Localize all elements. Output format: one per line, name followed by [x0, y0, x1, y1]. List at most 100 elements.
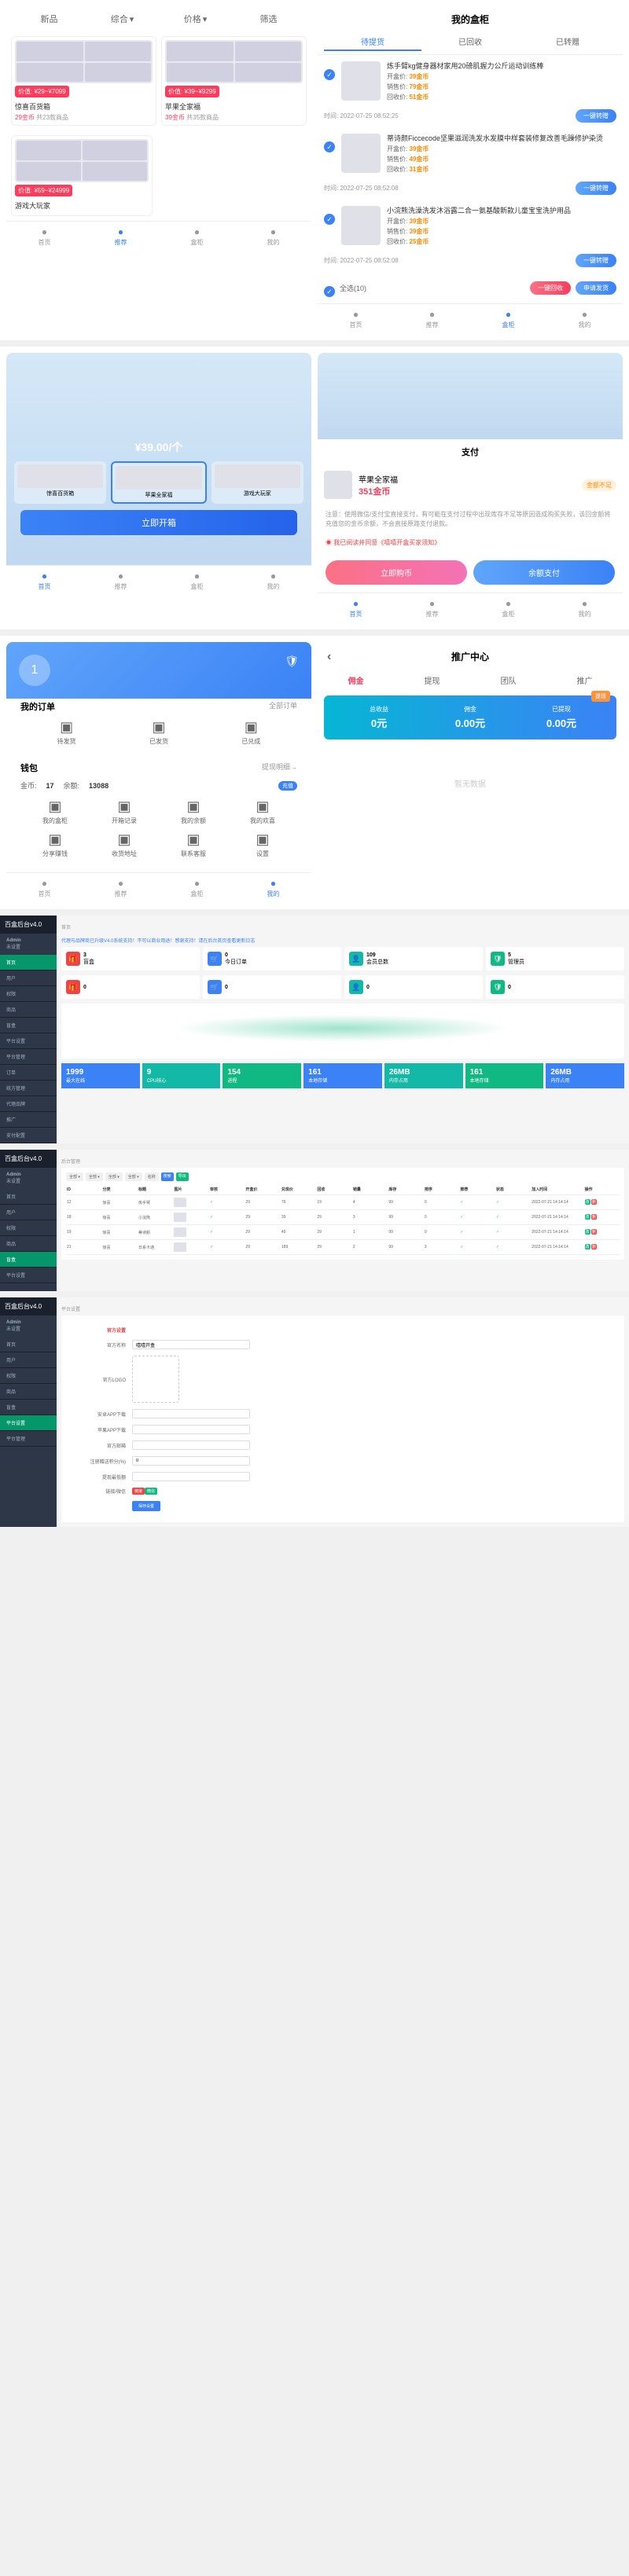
- side-item[interactable]: 商品: [0, 1384, 57, 1400]
- nav-recommend[interactable]: 推荐: [394, 309, 470, 329]
- promo-option[interactable]: 游戏大玩家: [212, 461, 303, 504]
- nav-box[interactable]: 盒柜: [470, 309, 546, 329]
- export-button[interactable]: 导出: [176, 1172, 189, 1181]
- promo-option[interactable]: 苹果全家福: [111, 461, 206, 504]
- side-item[interactable]: 推广: [0, 1112, 57, 1128]
- side-item[interactable]: 订单: [0, 1065, 57, 1081]
- product-card[interactable]: 价值: ¥29~¥7099 惊喜百货箱 29金币 共23款商品: [11, 36, 156, 126]
- side-item[interactable]: 平台设置: [0, 1415, 57, 1431]
- tab-new[interactable]: 新品: [13, 13, 86, 25]
- side-item[interactable]: 商品: [0, 1002, 57, 1018]
- select-all-check[interactable]: ✓: [324, 286, 335, 297]
- menu-like[interactable]: 我的欢喜: [228, 798, 297, 825]
- product-card[interactable]: 价值: ¥39~¥9299 苹果全家福 39金币 共35款商品: [161, 36, 307, 126]
- radio-option[interactable]: 微信: [145, 1488, 157, 1495]
- product-card[interactable]: 价值: ¥59~¥24999 游戏大玩家: [11, 135, 153, 216]
- gift-button[interactable]: 一键转赠: [576, 254, 616, 267]
- side-item[interactable]: 权限: [0, 1368, 57, 1384]
- shield-icon[interactable]: 🛡: [285, 655, 299, 668]
- filter-select[interactable]: 全部 ▾: [86, 1172, 103, 1181]
- side-item[interactable]: 用户: [0, 971, 57, 986]
- tab-gifted[interactable]: 已转赠: [519, 35, 616, 51]
- buy-coin-button[interactable]: 立即购币: [326, 560, 467, 585]
- tab-general[interactable]: 综合: [86, 13, 159, 25]
- name-input[interactable]: [132, 1340, 250, 1349]
- nav-me[interactable]: 我的: [235, 571, 311, 591]
- nav-box[interactable]: 盒柜: [159, 571, 235, 591]
- check-icon[interactable]: ✓: [324, 69, 335, 80]
- side-item[interactable]: 代理品牌: [0, 1096, 57, 1112]
- logo-upload[interactable]: [132, 1356, 179, 1403]
- ios-input[interactable]: [132, 1425, 250, 1434]
- order-tab-shipped[interactable]: 已发货: [112, 719, 204, 746]
- tab-price[interactable]: 价格: [159, 13, 232, 25]
- nav-me[interactable]: 我的: [235, 878, 311, 898]
- side-item[interactable]: 平台设置: [0, 1033, 57, 1049]
- nav-recommend[interactable]: 推荐: [83, 571, 159, 591]
- side-item[interactable]: 平台设置: [0, 1268, 57, 1283]
- menu-address[interactable]: 收货地址: [90, 831, 159, 858]
- edit-button[interactable]: 改: [585, 1229, 590, 1235]
- open-box-button[interactable]: 立即开箱: [20, 510, 297, 535]
- side-item[interactable]: 权限: [0, 1220, 57, 1236]
- points-input[interactable]: [132, 1456, 250, 1466]
- nav-home[interactable]: 首页: [6, 571, 83, 591]
- gift-button[interactable]: 一键转赠: [576, 182, 616, 195]
- tab-filter[interactable]: 筛选: [232, 13, 305, 25]
- nav-recommend[interactable]: 推荐: [83, 878, 159, 898]
- tab-pending[interactable]: 待提货: [324, 35, 421, 51]
- nav-box[interactable]: 盒柜: [470, 598, 546, 618]
- side-item[interactable]: 用户: [0, 1205, 57, 1220]
- tg-tab-team[interactable]: 团队: [470, 674, 546, 686]
- email-input[interactable]: [132, 1440, 250, 1450]
- side-item[interactable]: 用户: [0, 1352, 57, 1368]
- side-item[interactable]: 盲盒: [0, 1400, 57, 1415]
- side-item[interactable]: 商品: [0, 1236, 57, 1252]
- check-icon[interactable]: ✓: [324, 214, 335, 225]
- search-button[interactable]: 搜索: [161, 1172, 174, 1181]
- side-item[interactable]: 平台管理: [0, 1431, 57, 1447]
- nav-box[interactable]: 盒柜: [159, 878, 235, 898]
- nav-recommend[interactable]: 推荐: [394, 598, 470, 618]
- radio-option[interactable]: 链接: [132, 1488, 145, 1495]
- side-item[interactable]: 盲盒: [0, 1252, 57, 1268]
- nav-home[interactable]: 首页: [318, 598, 394, 618]
- save-button[interactable]: 保存设置: [132, 1501, 160, 1511]
- menu-service[interactable]: 联系客服: [159, 831, 228, 858]
- nav-box[interactable]: 盒柜: [159, 226, 235, 247]
- order-tab-pending[interactable]: 待发货: [20, 719, 112, 746]
- back-button[interactable]: 推广中心: [318, 642, 623, 671]
- tg-tab-withdraw[interactable]: 提现: [394, 674, 470, 686]
- all-orders-link[interactable]: 全部订单: [269, 700, 297, 713]
- menu-box[interactable]: 我的盒柜: [20, 798, 90, 825]
- nav-me[interactable]: 我的: [546, 598, 623, 618]
- filter-input[interactable]: 名称: [145, 1172, 159, 1181]
- menu-records[interactable]: 开箱记录: [90, 798, 159, 825]
- filter-select[interactable]: 全部 ▾: [125, 1172, 142, 1181]
- order-tab-done[interactable]: 已兑成: [205, 719, 297, 746]
- balance-pay-button[interactable]: 余额支付: [473, 560, 615, 585]
- side-item[interactable]: 首页: [0, 955, 57, 971]
- side-item[interactable]: 统方管理: [0, 1081, 57, 1096]
- edit-button[interactable]: 改: [585, 1199, 590, 1205]
- edit-button[interactable]: 改: [585, 1214, 590, 1220]
- tab-recycled[interactable]: 已回收: [421, 35, 519, 51]
- menu-settings[interactable]: 设置: [228, 831, 297, 858]
- side-item[interactable]: 首页: [0, 1189, 57, 1205]
- check-icon[interactable]: ✓: [324, 141, 335, 152]
- nav-me[interactable]: 我的: [235, 226, 311, 247]
- delete-button[interactable]: 删: [591, 1199, 597, 1205]
- recycle-button[interactable]: 一键回收: [530, 281, 571, 295]
- nav-home[interactable]: 首页: [6, 226, 83, 247]
- nav-recommend[interactable]: 推荐: [83, 226, 159, 247]
- filter-select[interactable]: 全部 ▾: [105, 1172, 123, 1181]
- side-item[interactable]: 支付配置: [0, 1128, 57, 1143]
- side-item[interactable]: 盲盒: [0, 1018, 57, 1033]
- gift-button[interactable]: 一键转赠: [576, 109, 616, 123]
- nav-home[interactable]: 首页: [6, 878, 83, 898]
- promo-option[interactable]: 惊喜百货箱: [14, 461, 106, 504]
- tg-tab-commission[interactable]: 佣金: [318, 674, 394, 686]
- side-item[interactable]: 首页: [0, 1337, 57, 1352]
- android-input[interactable]: [132, 1409, 250, 1418]
- delete-button[interactable]: 删: [591, 1229, 597, 1235]
